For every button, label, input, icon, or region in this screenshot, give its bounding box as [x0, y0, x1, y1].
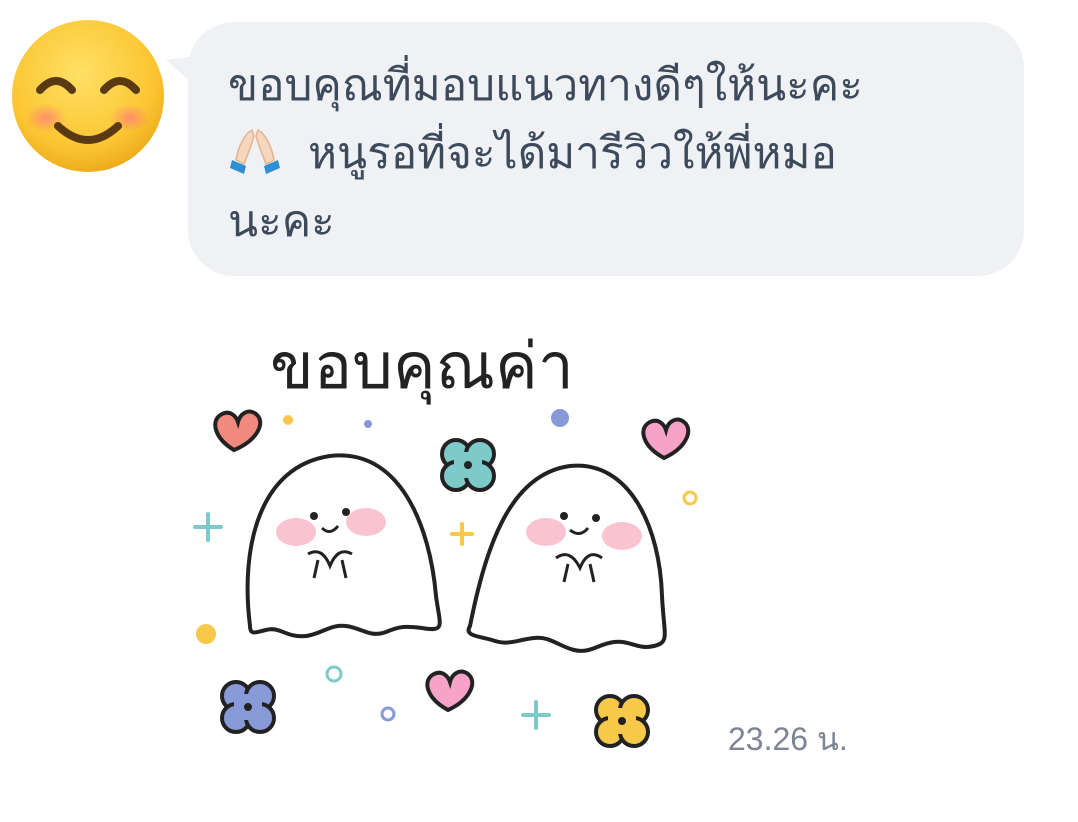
flower-icon: [220, 680, 276, 734]
message-text: ขอบคุณที่มอบแนวทางดีๆให้นะคะ หนูรอที่จะไ…: [228, 52, 998, 256]
heart-icon: [425, 669, 475, 713]
message-bubble[interactable]: ขอบคุณที่มอบแนวทางดีๆให้นะคะ หนูรอที่จะไ…: [188, 22, 1024, 276]
avatar[interactable]: [10, 18, 166, 174]
smiling-face-emoji-icon: [12, 20, 164, 172]
message-timestamp: 23.26 น.: [728, 721, 848, 757]
message-line-2-text: หนูรอที่จะได้มารีวิวให้พี่หมอ: [308, 128, 837, 179]
message-line-3: นะคะ: [228, 196, 335, 247]
heart-icon: [213, 409, 263, 453]
heart-icon: [641, 417, 691, 461]
flower-icon: [594, 694, 650, 748]
ghost-left: [245, 453, 442, 639]
sticker-caption: ขอบคุณค่า: [270, 330, 574, 405]
folded-hands-icon: [228, 126, 282, 174]
message-line-1: ขอบคุณที่มอบแนวทางดีๆให้นะคะ: [228, 60, 863, 111]
message-line-2: หนูรอที่จะได้มารีวิวให้พี่หมอ: [228, 120, 998, 188]
ghost-right: [466, 463, 667, 653]
flower-icon: [440, 438, 496, 492]
thank-you-sticker[interactable]: ขอบคุณค่า: [190, 296, 710, 766]
